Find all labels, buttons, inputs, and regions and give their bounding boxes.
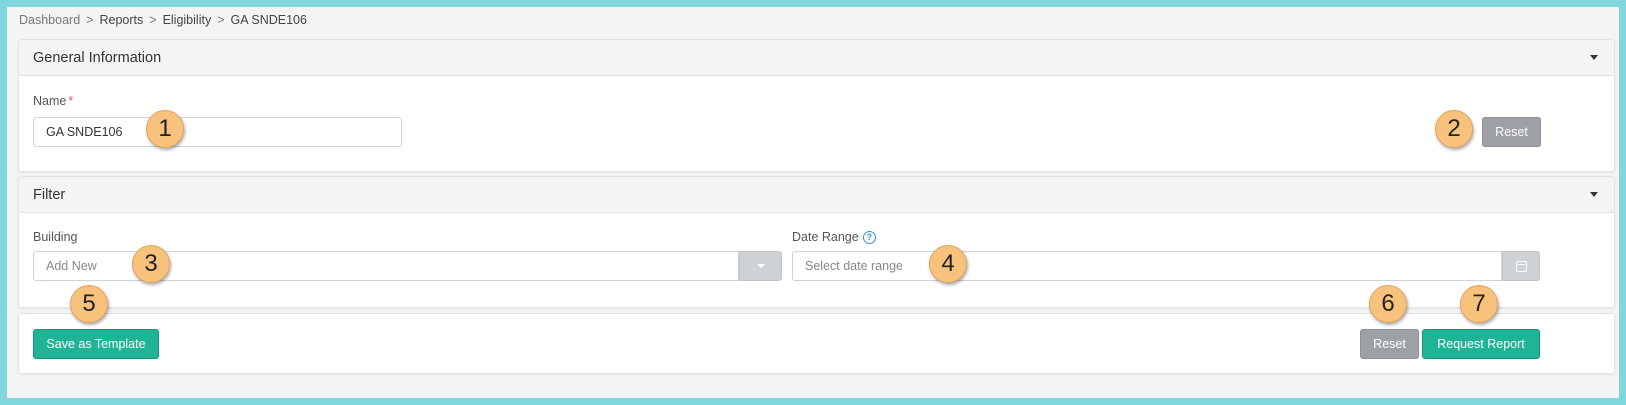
date-range-placeholder: Select date range	[805, 259, 903, 273]
callout-badge-3: 3	[132, 245, 170, 283]
date-range-input[interactable]: Select date range	[792, 251, 1502, 281]
general-information-title: General Information	[33, 49, 162, 66]
save-as-template-button[interactable]: Save as Template	[33, 329, 159, 359]
breadcrumb-separator: >	[217, 13, 225, 27]
breadcrumb-eligibility[interactable]: Eligibility	[163, 13, 212, 27]
callout-badge-4: 4	[929, 245, 967, 283]
chevron-down-icon	[756, 264, 765, 268]
building-placeholder: Add New	[46, 259, 97, 273]
breadcrumb: Dashboard > Reports > Eligibility > GA S…	[19, 13, 307, 27]
general-information-header[interactable]: General Information	[19, 40, 1614, 76]
actions-panel: Save as Template Reset Request Report	[18, 313, 1615, 374]
required-indicator: *	[68, 94, 74, 108]
footer-reset-button[interactable]: Reset	[1360, 329, 1419, 359]
date-range-label: Date Range ?	[792, 230, 876, 244]
filter-header[interactable]: Filter	[19, 177, 1614, 213]
building-dropdown-toggle[interactable]	[739, 251, 782, 281]
collapse-caret-icon[interactable]	[1590, 192, 1598, 197]
breadcrumb-dashboard[interactable]: Dashboard	[19, 13, 80, 27]
name-input-value: GA SNDE106	[46, 125, 123, 139]
calendar-icon	[1515, 260, 1527, 272]
breadcrumb-separator: >	[86, 13, 94, 27]
name-label: Name *	[33, 94, 73, 108]
filter-title: Filter	[33, 186, 66, 203]
date-range-label-text: Date Range	[792, 230, 859, 244]
general-information-panel: General Information Name * GA SNDE106 Res…	[18, 39, 1615, 172]
request-report-button[interactable]: Request Report	[1422, 329, 1540, 359]
callout-badge-1: 1	[146, 110, 184, 148]
callout-badge-2: 2	[1435, 110, 1473, 148]
callout-badge-5: 5	[70, 285, 108, 323]
help-icon[interactable]: ?	[862, 230, 876, 244]
name-label-text: Name	[33, 94, 67, 108]
breadcrumb-reports[interactable]: Reports	[99, 13, 143, 27]
name-input[interactable]: GA SNDE106	[33, 117, 402, 147]
building-label: Building	[33, 230, 78, 244]
callout-badge-7: 7	[1460, 285, 1498, 323]
callout-badge-6: 6	[1369, 285, 1407, 323]
breadcrumb-separator: >	[149, 13, 157, 27]
breadcrumb-current: GA SNDE106	[230, 13, 307, 27]
collapse-caret-icon[interactable]	[1590, 55, 1598, 60]
calendar-button[interactable]	[1502, 251, 1540, 281]
general-reset-button[interactable]: Reset	[1482, 117, 1541, 147]
